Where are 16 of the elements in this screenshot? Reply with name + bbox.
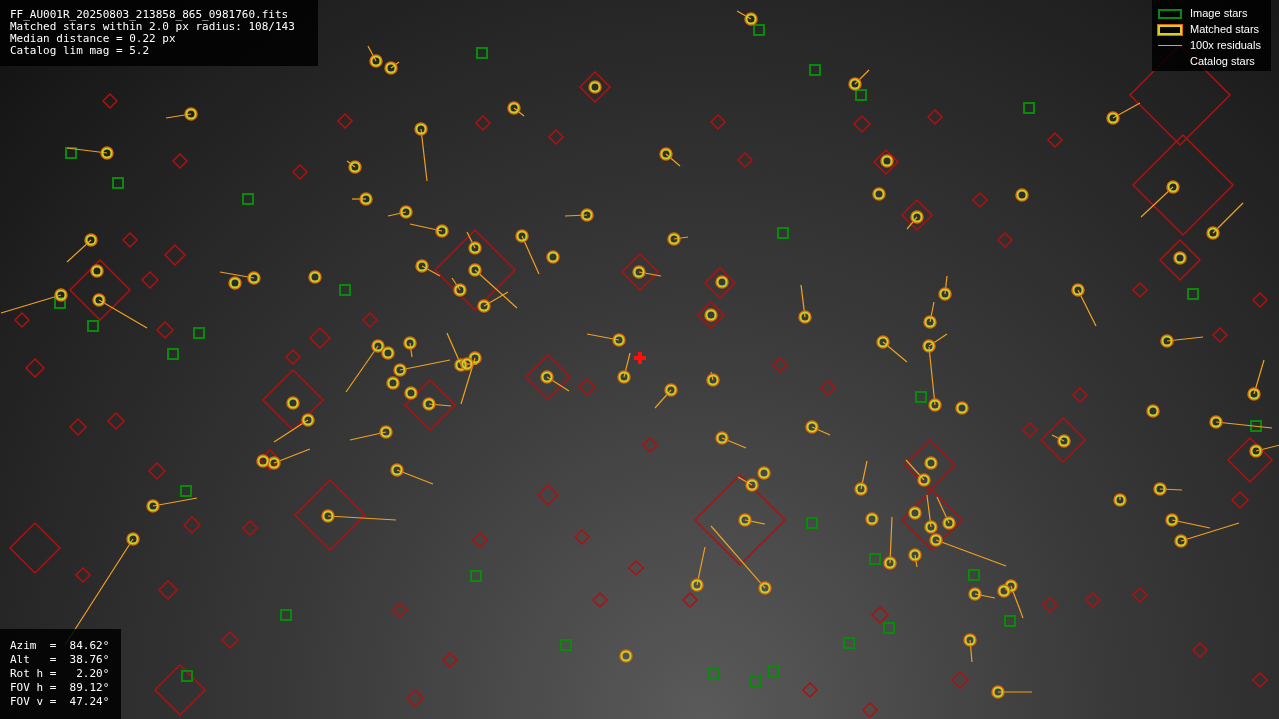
- info-text: Matched stars within 2.0 px radius: 108/143: [10, 21, 296, 33]
- legend-label: Image stars: [1190, 6, 1248, 22]
- legend-label: Catalog stars: [1190, 54, 1255, 70]
- pointing-text: Azim = 84.62°: [10, 639, 111, 653]
- line-swatch: [1158, 45, 1182, 46]
- pointing-text: FOV h = 89.12°: [10, 681, 111, 695]
- legend-label: 100x residuals: [1190, 38, 1261, 54]
- image-star-swatch: [1158, 8, 1182, 19]
- pointing-text: FOV v = 47.24°: [10, 695, 111, 709]
- info-text: Median distance = 0.22 px: [10, 33, 177, 45]
- pointing-text: Alt = 38.76°: [10, 653, 111, 667]
- legend-label: Matched stars: [1190, 22, 1260, 38]
- matched-swatch: [1158, 24, 1182, 35]
- info-text: FF_AU001R_20250803_213858_865_0981760.fits: [10, 9, 290, 21]
- info-text: Catalog lim mag = 5.2: [10, 45, 151, 57]
- pointing-text: Rot h = 2.20°: [10, 667, 111, 681]
